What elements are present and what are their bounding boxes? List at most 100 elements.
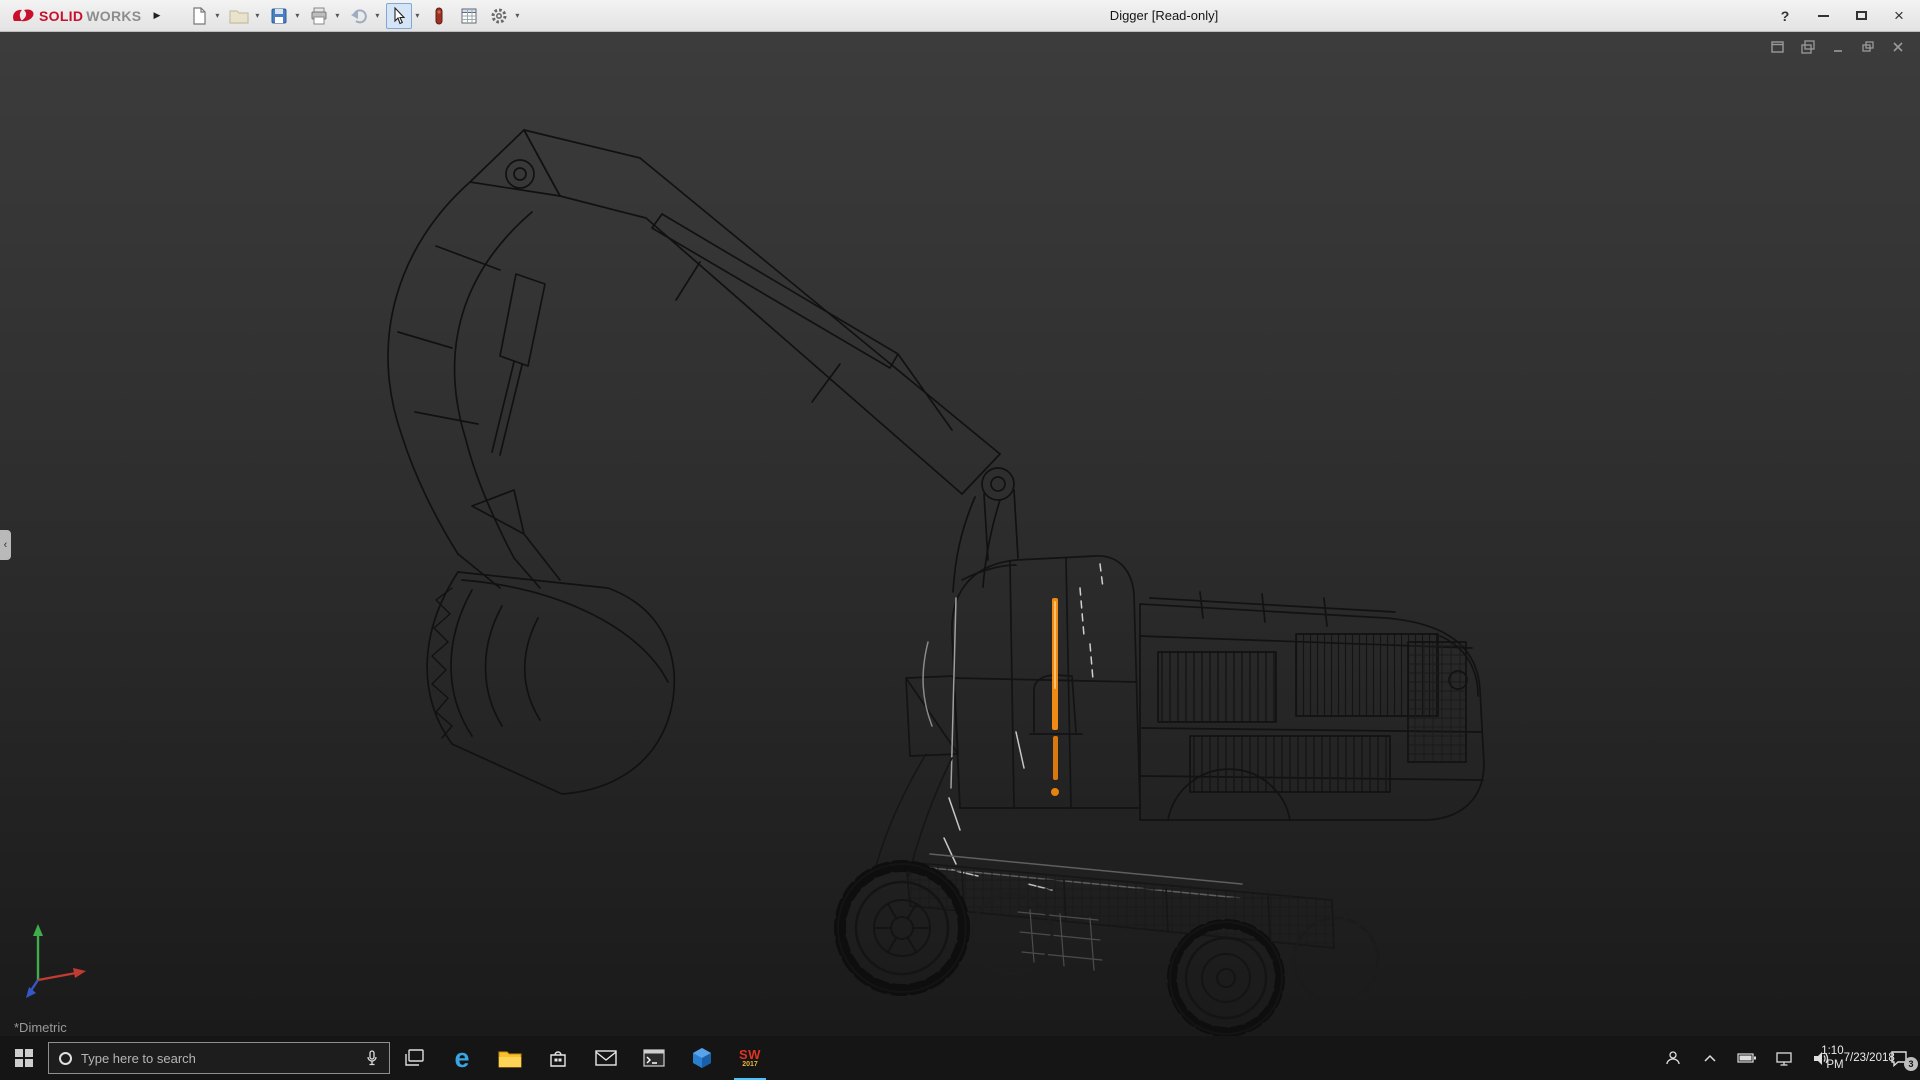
clock-time: 1:10 PM — [1821, 1044, 1843, 1072]
solidworks-2017-icon: SW 2017 — [739, 1048, 761, 1068]
people-button[interactable] — [1662, 1043, 1684, 1073]
taskbar-search[interactable] — [48, 1042, 390, 1074]
dropdown-arrow-icon[interactable]: ▾ — [212, 11, 222, 20]
cortana-icon — [59, 1052, 72, 1065]
minimize-button[interactable] — [1814, 6, 1832, 26]
bucket — [427, 490, 674, 794]
dropdown-arrow-icon[interactable]: ▾ — [512, 11, 522, 20]
file-properties-button[interactable] — [456, 3, 482, 29]
rebuild-button[interactable] — [426, 3, 452, 29]
print-icon — [310, 7, 328, 25]
selected-cylinder-highlight[interactable] — [1051, 598, 1059, 796]
hidden-icons-button[interactable] — [1699, 1043, 1721, 1073]
cascade-windows-icon — [1800, 40, 1816, 54]
new-document-icon — [190, 7, 208, 25]
taskbar-app-command-prompt[interactable] — [630, 1036, 678, 1080]
microphone-icon[interactable] — [365, 1050, 379, 1067]
taskbar-app-edge[interactable]: e — [438, 1036, 486, 1080]
chevron-up-icon — [1704, 1054, 1716, 1062]
edge-icon: e — [454, 1045, 469, 1072]
store-icon — [548, 1048, 568, 1068]
open-button[interactable] — [226, 3, 252, 29]
save-floppy-icon — [270, 7, 288, 25]
print-button[interactable] — [306, 3, 332, 29]
minimize-icon — [1818, 15, 1829, 17]
command-prompt-icon — [643, 1049, 665, 1067]
window-controls: ? × — [1776, 6, 1908, 26]
document-window-controls — [1768, 38, 1908, 56]
engine-body — [1140, 592, 1484, 820]
undo-arrow-icon — [350, 7, 368, 25]
cab — [906, 556, 1140, 808]
screen: SOLIDWORKS ▶ ▾ ▾ — [0, 0, 1920, 1080]
taskbar-app-solidworks[interactable]: SW 2017 — [726, 1036, 774, 1080]
new-window-icon — [1770, 40, 1786, 54]
brand-solid-text: SOLID — [39, 8, 83, 24]
taskbar-app-store[interactable] — [534, 1036, 582, 1080]
people-icon — [1665, 1050, 1681, 1066]
solidworks-logo: SOLIDWORKS — [10, 7, 141, 24]
action-center-button[interactable]: 3 — [1884, 1043, 1914, 1073]
taskbar-app-mail[interactable] — [582, 1036, 630, 1080]
options-gear-icon — [490, 7, 508, 25]
dropdown-arrow-icon[interactable]: ▾ — [372, 11, 382, 20]
network-button[interactable] — [1773, 1043, 1795, 1073]
taskbar-app-3d-viewer[interactable] — [678, 1036, 726, 1080]
task-view-icon — [404, 1049, 424, 1067]
brand-works-text: WORKS — [86, 8, 141, 24]
doc-minimize-button[interactable] — [1828, 38, 1848, 56]
network-icon — [1775, 1051, 1793, 1066]
select-tool-button[interactable] — [386, 3, 412, 29]
close-button[interactable]: × — [1890, 6, 1908, 26]
rebuild-icon — [432, 7, 446, 25]
doc-new-window-button[interactable] — [1768, 38, 1788, 56]
view-orientation-label: *Dimetric — [14, 1020, 67, 1035]
search-input[interactable] — [81, 1051, 356, 1066]
maximize-button[interactable] — [1852, 6, 1870, 26]
new-document-button[interactable] — [186, 3, 212, 29]
dropdown-arrow-icon[interactable]: ▾ — [252, 11, 262, 20]
undo-button[interactable] — [346, 3, 372, 29]
doc-cascade-button[interactable] — [1798, 38, 1818, 56]
doc-restore-button[interactable] — [1858, 38, 1878, 56]
battery-icon — [1737, 1052, 1757, 1064]
notification-badge: 3 — [1904, 1057, 1918, 1071]
doc-minimize-icon — [1831, 40, 1845, 54]
dropdown-arrow-icon[interactable]: ▾ — [412, 11, 422, 20]
taskbar-clock[interactable]: 1:10 PM 7/23/2018 — [1847, 1044, 1869, 1072]
window-title: Digger [Read-only] — [1110, 8, 1218, 23]
help-button[interactable]: ? — [1776, 6, 1794, 26]
3d-cube-icon — [691, 1047, 713, 1069]
boom-arm — [388, 130, 1018, 592]
options-button[interactable] — [486, 3, 512, 29]
titlebar: SOLIDWORKS ▶ ▾ ▾ — [0, 0, 1920, 32]
graphics-viewport[interactable]: *Dimetric — [0, 32, 1920, 1036]
maximize-icon — [1856, 11, 1867, 20]
doc-restore-icon — [1861, 40, 1875, 54]
battery-button[interactable] — [1736, 1043, 1758, 1073]
system-tray: 1:10 PM 7/23/2018 3 — [1662, 1043, 1920, 1073]
panel-collapse-arrow-icon: ‹ — [4, 539, 8, 551]
windows-logo-icon — [15, 1049, 33, 1067]
excavator-wireframe-model — [0, 32, 1920, 1036]
open-folder-icon — [229, 8, 249, 24]
standard-toolbar: ▾ ▾ ▾ — [186, 3, 522, 29]
mail-icon — [595, 1050, 617, 1066]
select-cursor-icon — [390, 7, 408, 25]
ds-logo-icon — [10, 7, 36, 24]
task-view-button[interactable] — [390, 1036, 438, 1080]
orientation-triad — [24, 918, 96, 1002]
panel-collapse-tab[interactable]: ‹ — [0, 530, 11, 560]
start-button[interactable] — [0, 1036, 48, 1080]
taskbar-app-file-explorer[interactable] — [486, 1036, 534, 1080]
save-button[interactable] — [266, 3, 292, 29]
toolbar-flyout-arrow-icon[interactable]: ▶ — [153, 10, 160, 21]
dropdown-arrow-icon[interactable]: ▾ — [332, 11, 342, 20]
highlight-edges — [923, 564, 1242, 898]
file-explorer-icon — [498, 1049, 522, 1068]
file-properties-icon — [460, 7, 478, 25]
taskbar: e — [0, 1036, 1920, 1080]
doc-close-button[interactable] — [1888, 38, 1908, 56]
dropdown-arrow-icon[interactable]: ▾ — [292, 11, 302, 20]
doc-close-icon — [1891, 40, 1905, 54]
